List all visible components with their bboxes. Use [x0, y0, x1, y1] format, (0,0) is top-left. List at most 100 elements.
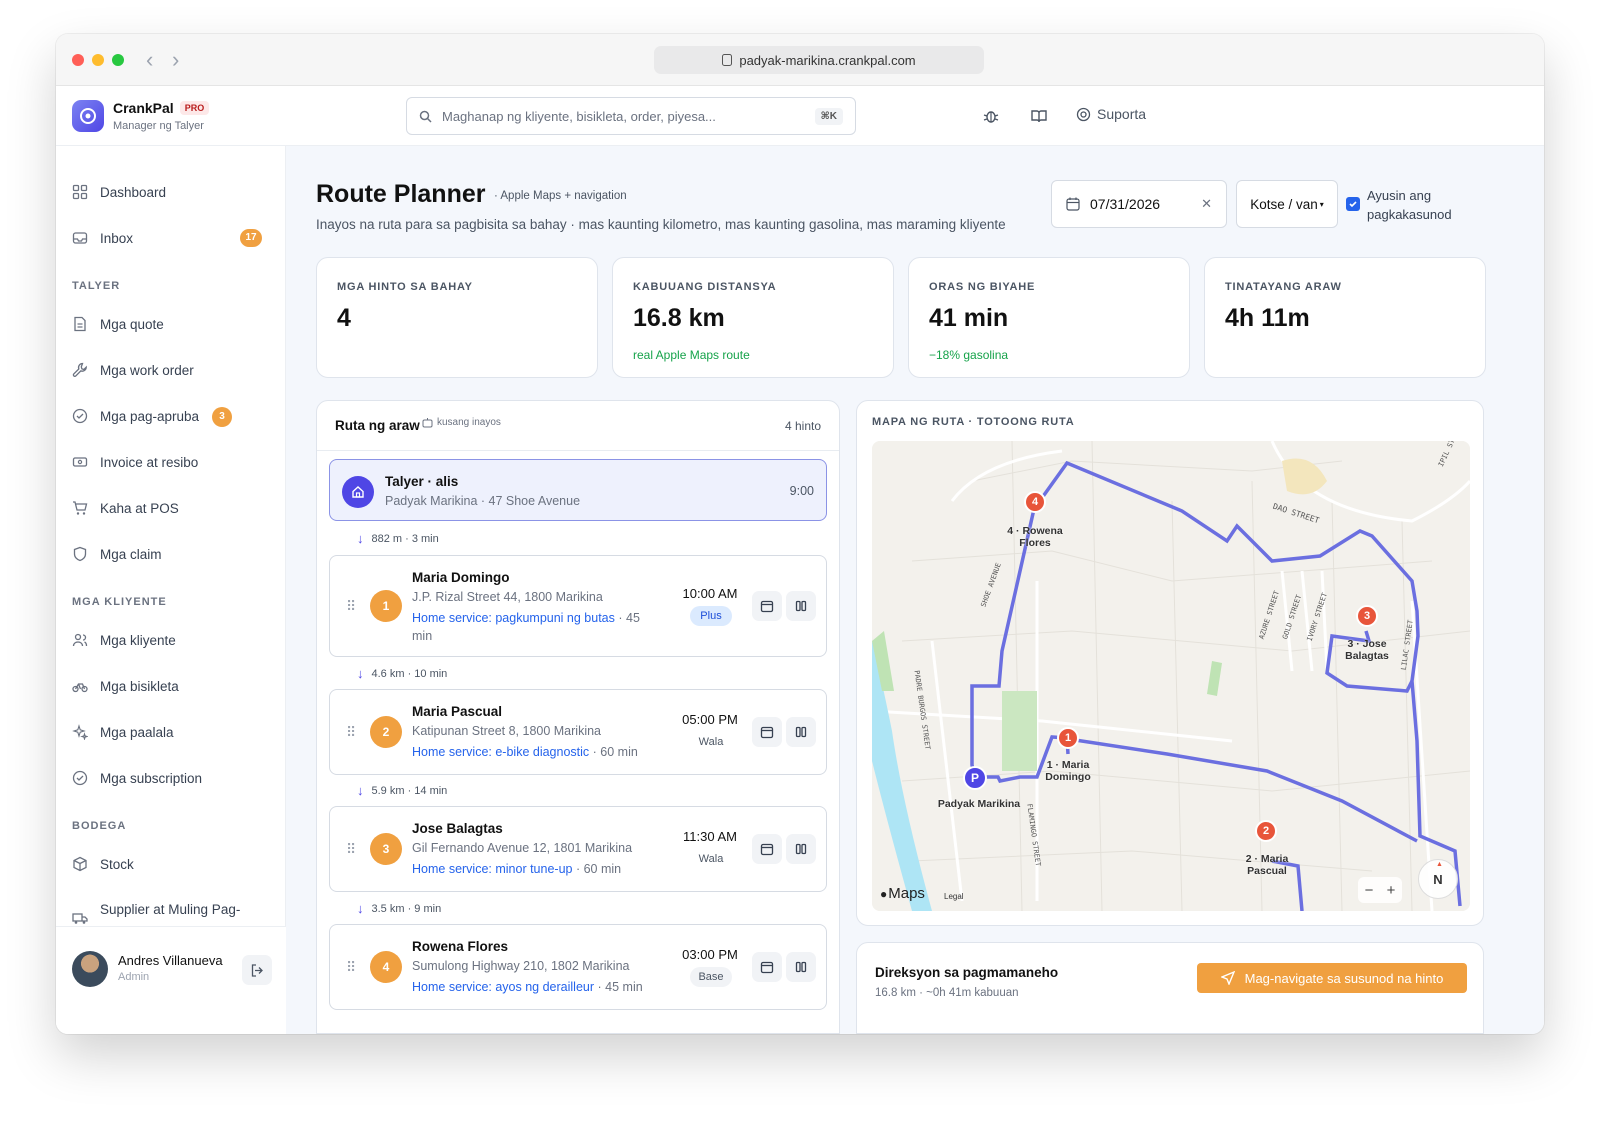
optimize-order-checkbox[interactable]: Ayusin ang pagkakasunod: [1346, 186, 1452, 224]
drag-handle-icon[interactable]: ⠿: [346, 724, 356, 741]
arrow-down-icon: ↓: [357, 666, 364, 681]
details-button[interactable]: [786, 717, 816, 747]
maximize-window-button[interactable]: [112, 54, 124, 66]
sidebar-item-suppliers[interactable]: Supplier at Muling Pag-: [72, 902, 262, 926]
box-icon: [73, 856, 87, 872]
calendar-icon: [1066, 197, 1080, 211]
kpi-card-drive-time: ORAS NG BIYAHE 41 min −18% gasolina: [908, 257, 1190, 378]
map-pin-4[interactable]: 4: [1024, 491, 1046, 513]
calendar-icon: [760, 726, 774, 739]
details-button[interactable]: [786, 952, 816, 982]
stop-card[interactable]: ⠿ 4 Rowena Flores Sumulong Highway 210, …: [329, 924, 827, 1010]
zoom-in-button[interactable]: +: [1387, 882, 1396, 899]
sidebar-item-stock[interactable]: Stock: [72, 856, 262, 872]
route-leg: ↓ 5.9 km · 14 min: [357, 783, 447, 798]
route-leg: ↓ 4.6 km · 10 min: [357, 666, 447, 681]
date-picker[interactable]: 07/31/2026 ✕: [1051, 180, 1227, 228]
bug-icon[interactable]: [982, 107, 1000, 125]
sidebar-item-label: Supplier at Muling Pag-: [100, 902, 241, 917]
stop-client-name: Rowena Flores: [412, 939, 509, 954]
optimize-label-line1: Ayusin ang: [1367, 188, 1432, 203]
app-header: CrankPal PRO Manager ng Talyer Maghanap n…: [56, 86, 1544, 146]
minimize-window-button[interactable]: [92, 54, 104, 66]
clear-date-icon[interactable]: ✕: [1201, 196, 1212, 212]
schedule-button[interactable]: [752, 591, 782, 621]
forward-arrow-icon[interactable]: ›: [172, 47, 179, 73]
sidebar-item-invoices[interactable]: Invoice at resibo: [72, 454, 262, 470]
depot-start-card[interactable]: Talyer · alis Padyak Marikina · 47 Shoe …: [329, 459, 827, 521]
map-pin-2[interactable]: 2: [1255, 820, 1277, 842]
navigate-button-label: Mag-navigate sa susunod na hinto: [1244, 970, 1444, 986]
stop-service-link[interactable]: Home service: pagkumpuni ng butas: [412, 611, 615, 625]
user-role: Admin: [118, 971, 150, 983]
shield-icon: [73, 546, 87, 562]
stop-card[interactable]: ⠿ 3 Jose Balagtas Gil Fernando Avenue 12…: [329, 806, 827, 892]
route-leg-text: 5.9 km · 14 min: [371, 784, 448, 797]
browser-titlebar: ‹ › padyak-marikina.crankpal.com: [56, 34, 1544, 86]
address-bar[interactable]: padyak-marikina.crankpal.com: [654, 46, 984, 74]
vehicle-select[interactable]: Kotse / van ▾: [1236, 180, 1338, 228]
sidebar-item-clients[interactable]: Mga kliyente: [72, 632, 262, 648]
crankpal-logo-icon: [72, 100, 104, 132]
sidebar-item-quotes[interactable]: Mga quote: [72, 316, 262, 332]
book-icon[interactable]: [1030, 107, 1048, 125]
map-pin-3[interactable]: 3: [1356, 605, 1378, 627]
sidebar-item-pos[interactable]: Kaha at POS: [72, 500, 262, 516]
sidebar-item-approvals[interactable]: Mga pag-apruba 3: [72, 407, 262, 427]
users-icon: [72, 633, 88, 647]
kpi-value: 4h 11m: [1225, 304, 1310, 332]
route-list-panel: Ruta ng araw kusang inayos 4 hinto Talye…: [316, 400, 840, 1034]
sidebar-item-label: Kaha at POS: [100, 500, 179, 516]
stop-service-link[interactable]: Home service: e-bike diagnostic: [412, 745, 589, 759]
compass-north-label: N: [1433, 871, 1443, 887]
wrench-icon: [72, 362, 87, 377]
checkbox-checked-icon[interactable]: [1346, 197, 1360, 211]
map-legal-link[interactable]: Legal: [944, 892, 964, 901]
vehicle-value: Kotse / van: [1250, 196, 1318, 212]
page-description: Inayos na ruta para sa pagbisita sa baha…: [316, 217, 1006, 232]
logout-icon: [251, 963, 263, 977]
drag-handle-icon[interactable]: ⠿: [346, 841, 356, 858]
details-button[interactable]: [786, 591, 816, 621]
map-pin-label-line2: Balagtas: [1345, 650, 1389, 662]
stop-card[interactable]: ⠿ 1 Maria Domingo J.P. Rizal Street 44, …: [329, 555, 827, 657]
sidebar-item-reminders[interactable]: Mga paalala: [72, 724, 262, 740]
logout-button[interactable]: [242, 955, 272, 985]
route-list-title: Ruta ng araw: [335, 418, 420, 433]
sidebar-item-bicycles[interactable]: Mga bisikleta: [72, 678, 262, 694]
sidebar-item-inbox[interactable]: Inbox 17: [72, 229, 262, 247]
schedule-button[interactable]: [752, 834, 782, 864]
sidebar-item-work-orders[interactable]: Mga work order: [72, 362, 262, 378]
map-pin-label: 4 · Rowena Flores: [1000, 525, 1070, 549]
schedule-button[interactable]: [752, 717, 782, 747]
details-button[interactable]: [786, 834, 816, 864]
stop-service-link[interactable]: Home service: minor tune-up: [412, 862, 572, 876]
drag-handle-icon[interactable]: ⠿: [346, 959, 356, 976]
pro-badge: PRO: [179, 101, 210, 115]
navigate-next-stop-button[interactable]: Mag-navigate sa susunod na hinto: [1197, 963, 1467, 993]
stop-address: Gil Fernando Avenue 12, 1801 Marikina: [412, 841, 633, 855]
apple-maps-logo: ● Maps: [880, 885, 925, 902]
route-map[interactable]: DAO STREET SHOE AVENUE PADRE BURGOS STRE…: [872, 441, 1470, 911]
global-search-input[interactable]: Maghanap ng kliyente, bisikleta, order, …: [406, 97, 856, 135]
bicycle-icon: [72, 683, 88, 693]
map-pin-1[interactable]: 1: [1057, 727, 1079, 749]
stop-service-link[interactable]: Home service: ayos ng derailleur: [412, 980, 594, 994]
close-window-button[interactable]: [72, 54, 84, 66]
stop-address: Sumulong Highway 210, 1802 Marikina: [412, 959, 630, 973]
schedule-button[interactable]: [752, 952, 782, 982]
stop-card[interactable]: ⠿ 2 Maria Pascual Katipunan Street 8, 18…: [329, 689, 827, 775]
stop-plan-tag: Base: [690, 967, 732, 987]
page-title-note: · Apple Maps + navigation: [494, 190, 627, 202]
compass-button[interactable]: N ▲: [1418, 859, 1458, 899]
back-arrow-icon[interactable]: ‹: [146, 47, 153, 73]
support-link[interactable]: Suporta: [1076, 106, 1146, 122]
map-depot-pin[interactable]: P: [963, 766, 987, 790]
sidebar-item-dashboard[interactable]: Dashboard: [72, 184, 262, 200]
columns-icon: [795, 726, 807, 738]
sidebar-item-claims[interactable]: Mga claim: [72, 546, 262, 562]
zoom-out-button[interactable]: −: [1365, 882, 1374, 899]
directions-panel: Direksyon sa pagmamaneho 16.8 km · ~0h 4…: [856, 942, 1484, 1034]
drag-handle-icon[interactable]: ⠿: [346, 598, 356, 615]
sidebar-item-subscriptions[interactable]: Mga subscription: [72, 770, 262, 786]
